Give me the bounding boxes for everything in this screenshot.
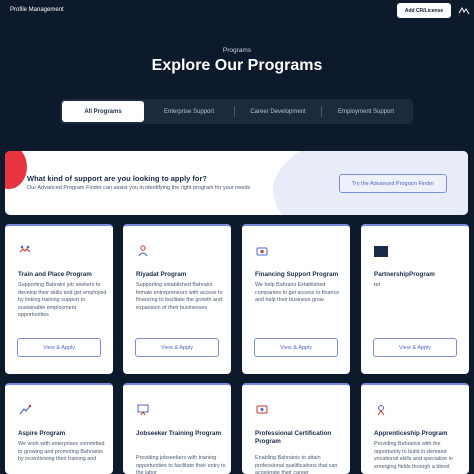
view-apply-button[interactable]: View & Apply [254,338,338,357]
program-card: Financing Support Program We help Bahrai… [242,224,350,374]
top-bar: Profile Management Add CR/License [0,0,474,22]
program-description: Providing jobseekers with training oppor… [136,455,226,474]
view-apply-button[interactable]: View & Apply [373,338,457,357]
program-description: We work with enterprises committed to gr… [18,441,105,463]
tab-employment-support[interactable]: Employment Support [322,101,410,122]
add-cr-license-button[interactable]: Add CR/License [397,3,451,18]
program-description: We help Bahraini Established companies t… [255,282,340,304]
tab-career-development[interactable]: Career Development [235,101,321,122]
view-apply-button[interactable]: View & Apply [17,338,101,357]
training-icon [137,404,149,416]
language-icon[interactable] [458,6,470,16]
program-title: PartnershipProgram [374,271,435,278]
program-title: Jobseeker Training Program [136,430,222,437]
page-title: Explore Our Programs [151,57,323,74]
program-title: Financing Support Program [255,271,339,278]
decorative-accent-shape [5,151,27,189]
partnership-logo-icon [374,246,388,257]
tab-enterprise-support[interactable]: Enterprise Support [144,101,234,122]
program-description: Providing Bahrainis with the opportunity… [374,441,453,470]
section-kicker: Programs [222,47,252,54]
program-card: Apprenticeship Program Providing Bahrain… [361,383,469,474]
handshake-icon [19,245,31,253]
program-description: Enabling Bahrainis to attain professiona… [255,455,338,474]
program-description: tet [374,282,380,288]
hero-section [0,22,474,152]
program-card: Aspire Program We work with enterprises … [5,383,113,474]
program-card: Professional Certification Program Enabl… [242,383,350,474]
certificate-icon [256,405,268,414]
program-title: Professional Certification Program [255,430,332,445]
program-card: PartnershipProgram tet View & Apply [361,224,469,374]
program-card: Riyadat Program Supporting established B… [123,224,231,374]
growth-icon [19,404,32,415]
program-filter-tabs: All Programs Enterprise Support Career D… [60,99,413,124]
program-title: Aspire Program [18,430,66,437]
apprentice-icon [377,405,385,416]
finder-subtitle: Our Advanced Program Finder can assist y… [27,185,251,191]
program-card: Jobseeker Training Program Providing job… [123,383,231,474]
program-description: Supporting established Bahraini female e… [136,282,223,311]
tab-all-programs[interactable]: All Programs [62,101,144,122]
program-title: Train and Place Program [18,271,92,278]
view-apply-button[interactable]: View & Apply [135,338,219,357]
program-title: Apprenticeship Program [374,430,448,437]
program-title: Riyadat Program [136,271,187,278]
advanced-program-finder-button[interactable]: Try the Advanced Program Finder [339,174,447,193]
finance-icon [256,247,268,256]
program-description: Supporting Bahraini job seekers to devel… [18,282,107,319]
program-card: Train and Place Program Supporting Bahra… [5,224,113,374]
finder-title: What kind of support are you looking to … [27,174,207,183]
profile-management-link[interactable]: Profile Management [10,7,64,13]
woman-entrepreneur-icon [138,245,148,257]
